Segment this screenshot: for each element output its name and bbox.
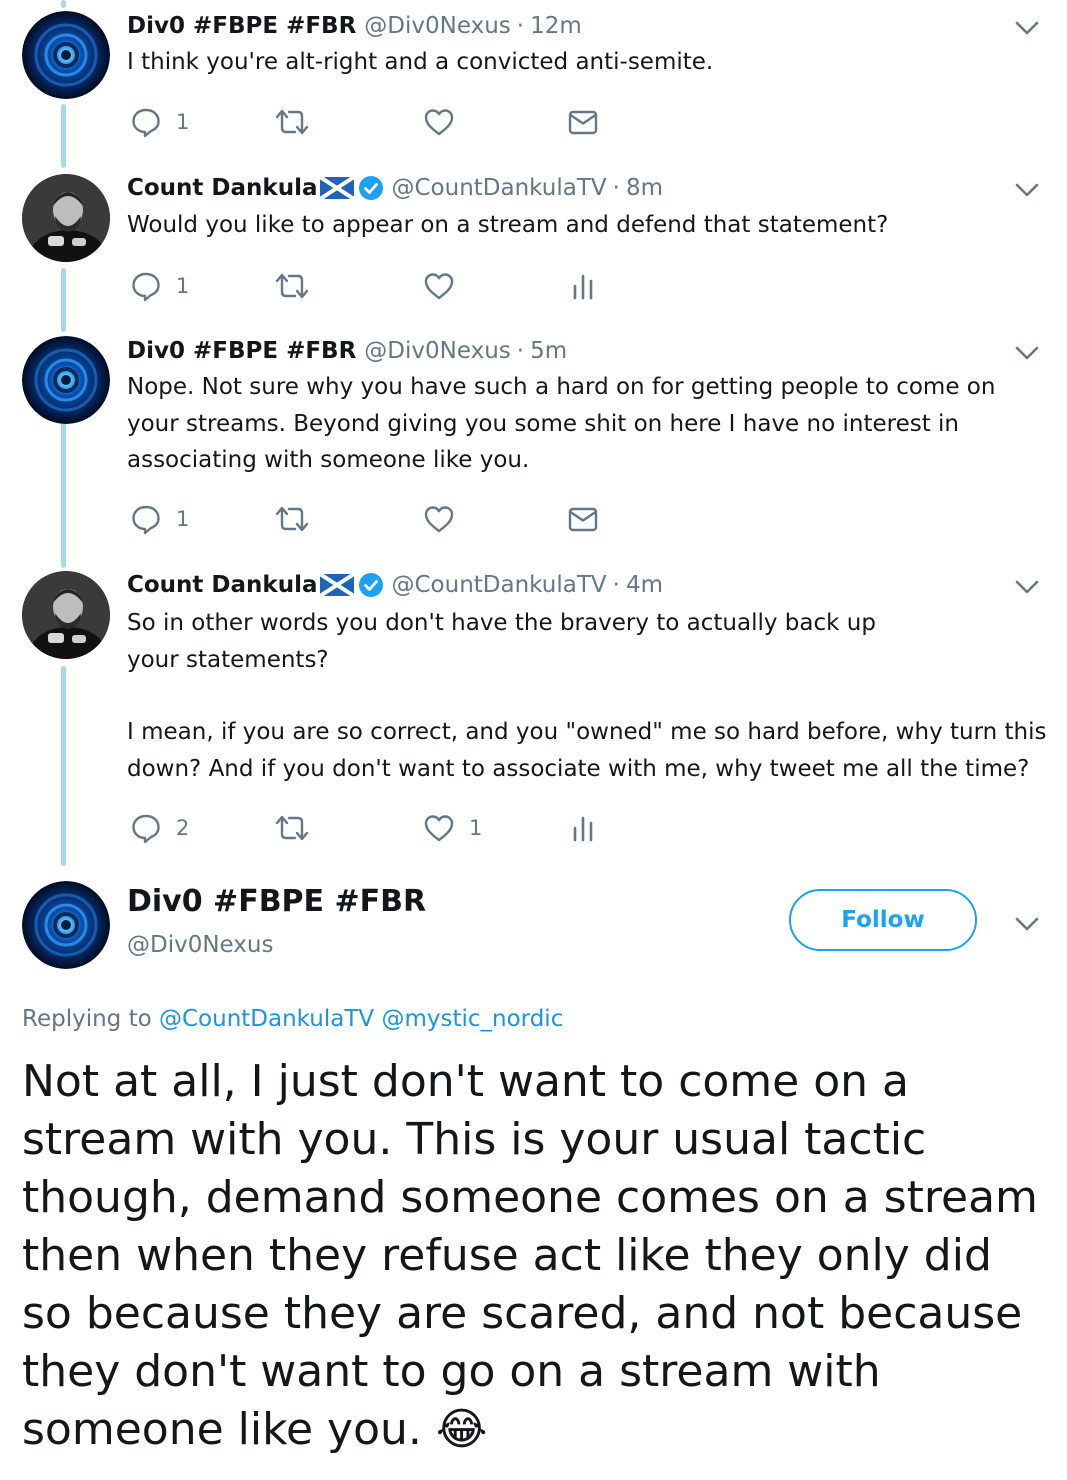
tweet-header: Count Dankula @CountDankulaTV · 8m — [127, 174, 663, 202]
thread-line — [61, 0, 66, 8]
user-handle[interactable]: @CountDankulaTV — [392, 174, 607, 202]
like-button[interactable] — [423, 501, 469, 537]
analytics-icon — [573, 816, 593, 842]
like-count: 1 — [469, 816, 483, 840]
like-button[interactable] — [423, 268, 469, 304]
retweet-icon — [275, 815, 309, 841]
scotland-flag-icon — [319, 177, 354, 199]
like-button[interactable]: 1 — [423, 810, 482, 846]
verified-badge-icon — [358, 573, 383, 597]
tweet-text: I think you're alt-right and a convicted… — [127, 44, 1047, 81]
tears-of-joy-emoji: 😂 — [435, 1404, 488, 1455]
thread-line — [61, 404, 66, 568]
tweet-paragraph: I think you're alt-right and a convicted… — [127, 49, 714, 75]
direct-message-button[interactable] — [567, 104, 599, 140]
direct-message-button[interactable] — [567, 501, 599, 537]
user-handle[interactable]: @CountDankulaTV — [392, 571, 607, 599]
reply-button[interactable]: 1 — [130, 268, 189, 304]
user-handle[interactable]: @Div0Nexus — [364, 337, 510, 365]
thread-line — [61, 268, 66, 332]
chevron-down-icon[interactable] — [1014, 915, 1040, 933]
retweet-icon — [275, 273, 309, 299]
mention-link[interactable]: @mystic_nordic — [381, 1006, 563, 1032]
reply-icon — [132, 814, 160, 844]
avatar[interactable] — [22, 11, 110, 99]
tweet-actions: 2 1 — [130, 810, 610, 846]
scotland-flag-icon — [319, 574, 354, 596]
timestamp[interactable]: 12m — [530, 12, 582, 40]
retweet-icon — [275, 109, 309, 135]
envelope-icon — [568, 110, 598, 135]
display-name[interactable]: Count Dankula — [127, 571, 318, 599]
user-handle[interactable]: @Div0Nexus — [364, 12, 510, 40]
reply-icon — [132, 505, 160, 535]
separator: · — [612, 175, 620, 201]
replying-prefix: Replying to — [22, 1006, 152, 1032]
tweet-actions: 1 — [130, 104, 610, 140]
retweet-button[interactable] — [273, 268, 311, 304]
tweet-header: Div0 #FBPE #FBR @Div0Nexus · 12m — [127, 12, 582, 40]
timestamp[interactable]: 4m — [626, 571, 663, 599]
reply-count: 1 — [176, 274, 190, 298]
thread-line — [61, 104, 66, 168]
reply-button[interactable]: 2 — [130, 810, 189, 846]
reply-icon — [132, 108, 160, 138]
retweet-icon — [275, 506, 309, 532]
envelope-icon — [568, 507, 598, 532]
chevron-down-icon[interactable] — [1014, 344, 1040, 362]
reply-icon — [132, 272, 160, 302]
like-button[interactable] — [423, 104, 469, 140]
tweet-actions: 1 — [130, 268, 610, 304]
main-tweet-text: Not at all, I just don't want to come on… — [22, 1053, 1052, 1459]
heart-icon — [424, 506, 454, 533]
heart-icon — [424, 273, 454, 300]
display-name[interactable]: Count Dankula — [127, 174, 318, 202]
analytics-button[interactable] — [570, 810, 596, 846]
chevron-down-icon[interactable] — [1014, 578, 1040, 596]
replying-to: Replying to @CountDankulaTV @mystic_nord… — [22, 1006, 563, 1032]
mention-link[interactable]: @CountDankulaTV — [159, 1006, 374, 1032]
tweet-text: So in other words you don't have the bra… — [127, 605, 1047, 787]
user-handle[interactable]: @Div0Nexus — [127, 932, 273, 958]
retweet-button[interactable] — [273, 501, 311, 537]
tweet-text: Would you like to appear on a stream and… — [127, 207, 1047, 244]
tweet-paragraph: So in other words you don't have the bra… — [127, 610, 876, 673]
reply-button[interactable]: 1 — [130, 104, 189, 140]
timestamp[interactable]: 8m — [626, 174, 663, 202]
tweet-text: Nope. Not sure why you have such a hard … — [127, 369, 1047, 479]
avatar[interactable] — [22, 174, 110, 262]
analytics-button[interactable] — [570, 268, 596, 304]
main-tweet-body: Not at all, I just don't want to come on… — [22, 1056, 1038, 1455]
avatar[interactable] — [22, 881, 110, 969]
tweet-paragraph: Would you like to appear on a stream and… — [127, 212, 889, 238]
timestamp[interactable]: 5m — [530, 337, 567, 365]
heart-icon — [424, 109, 454, 136]
separator: · — [612, 572, 620, 598]
retweet-button[interactable] — [273, 810, 311, 846]
verified-badge-icon — [358, 176, 383, 200]
reply-count: 1 — [176, 110, 190, 134]
tweet-paragraph: I mean, if you are so correct, and you "… — [127, 719, 1047, 782]
separator: · — [516, 13, 525, 39]
display-name[interactable]: Div0 #FBPE #FBR — [127, 337, 356, 365]
analytics-icon — [573, 274, 593, 300]
chevron-down-icon[interactable] — [1014, 19, 1040, 37]
heart-icon — [424, 815, 454, 842]
chevron-down-icon[interactable] — [1014, 181, 1040, 199]
display-name[interactable]: Div0 #FBPE #FBR — [127, 884, 426, 919]
avatar[interactable] — [22, 336, 110, 424]
tweet-header: Count Dankula @CountDankulaTV · 4m — [127, 571, 663, 599]
tweet-paragraph: Nope. Not sure why you have such a hard … — [127, 374, 996, 473]
thread-line — [61, 666, 66, 866]
reply-count: 2 — [176, 816, 190, 840]
reply-count: 1 — [176, 507, 190, 531]
tweet-actions: 1 — [130, 501, 610, 537]
follow-button[interactable]: Follow — [789, 889, 977, 951]
tweet-header: Div0 #FBPE #FBR @Div0Nexus · 5m — [127, 337, 567, 365]
separator: · — [516, 338, 525, 364]
avatar[interactable] — [22, 571, 110, 659]
reply-button[interactable]: 1 — [130, 501, 189, 537]
display-name[interactable]: Div0 #FBPE #FBR — [127, 12, 356, 40]
retweet-button[interactable] — [273, 104, 311, 140]
